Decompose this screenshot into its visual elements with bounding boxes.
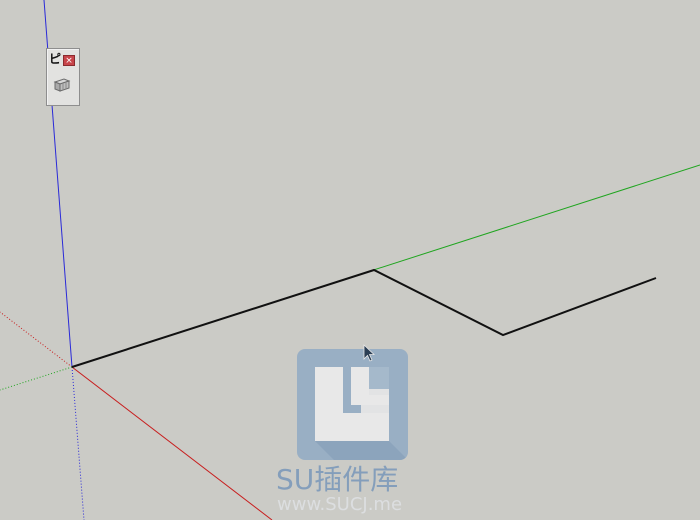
box-view-icon[interactable]: [52, 76, 72, 94]
red-axis: [71, 366, 273, 520]
watermark-text: SU插件库: [276, 463, 399, 496]
red-axis-negative: [0, 311, 73, 368]
green-axis-negative: [0, 366, 73, 391]
arrow-cursor-icon: [363, 344, 377, 364]
3d-viewport[interactable]: ピ × SU插件库 www.SUCJ.me: [0, 0, 700, 520]
watermark-url: www.SUCJ.me: [277, 494, 403, 515]
close-icon[interactable]: ×: [63, 55, 75, 66]
toolbar-title-glyph: ピ: [49, 52, 62, 66]
blue-axis-negative: [71, 366, 85, 520]
floating-toolbar[interactable]: ピ ×: [46, 48, 80, 106]
sucj-logo-icon: [297, 349, 408, 460]
